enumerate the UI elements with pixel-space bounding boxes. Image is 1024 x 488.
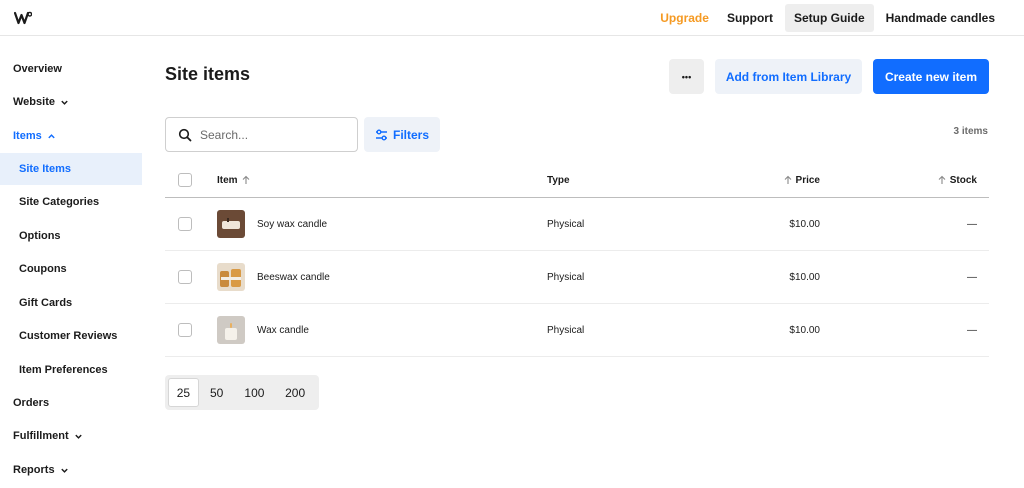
filters-label: Filters bbox=[392, 127, 429, 142]
page-title: Site items bbox=[165, 64, 251, 84]
sidebar-item-fulfillment[interactable]: Fulfillment bbox=[0, 420, 142, 452]
item-name[interactable]: Beeswax candle bbox=[257, 272, 330, 283]
sidebar-item-site-items[interactable]: Site Items bbox=[0, 153, 142, 185]
item-stock: — bbox=[967, 218, 977, 230]
sidebar-item-customer-reviews[interactable]: Customer Reviews bbox=[0, 320, 142, 352]
column-header-price[interactable]: Price bbox=[780, 163, 820, 197]
chevron-down-icon bbox=[60, 98, 69, 107]
sidebar-item-overview[interactable]: Overview bbox=[0, 53, 142, 85]
item-thumbnail bbox=[217, 263, 245, 291]
column-header-stock[interactable]: Stock bbox=[934, 163, 977, 197]
search-box bbox=[165, 117, 358, 152]
more-icon: ••• bbox=[681, 71, 692, 82]
search-icon bbox=[178, 128, 192, 142]
item-price: $10.00 bbox=[789, 271, 820, 283]
item-stock: — bbox=[967, 271, 977, 283]
column-header-type[interactable]: Type bbox=[547, 163, 570, 197]
table-header: Item Type Price Stock bbox=[165, 163, 989, 198]
sidebar-item-site-categories[interactable]: Site Categories bbox=[0, 186, 142, 218]
row-checkbox[interactable] bbox=[178, 270, 192, 284]
more-actions-button[interactable]: ••• bbox=[669, 59, 704, 94]
item-type: Physical bbox=[547, 271, 585, 283]
row-checkbox[interactable] bbox=[178, 217, 192, 231]
filter-sliders-icon bbox=[375, 129, 393, 141]
row-checkbox[interactable] bbox=[178, 323, 192, 337]
filters-button[interactable]: Filters bbox=[364, 117, 440, 152]
items-table: Item Type Price Stock Soy wax candle Phy… bbox=[165, 163, 989, 357]
create-new-item-button[interactable]: Create new item bbox=[873, 59, 989, 94]
item-name[interactable]: Soy wax candle bbox=[257, 219, 327, 230]
sidebar-item-website[interactable]: Website bbox=[0, 86, 142, 118]
sidebar: Overview Website Items Site Items Site C… bbox=[0, 36, 142, 488]
item-name[interactable]: Wax candle bbox=[257, 325, 309, 336]
select-all-checkbox[interactable] bbox=[178, 173, 192, 187]
item-price: $10.00 bbox=[789, 324, 820, 336]
top-bar: Upgrade Support Setup Guide Handmade can… bbox=[0, 0, 1024, 36]
page-size-200[interactable]: 200 bbox=[274, 378, 316, 407]
sidebar-item-gift-cards[interactable]: Gift Cards bbox=[0, 287, 142, 319]
page-size-25[interactable]: 25 bbox=[168, 378, 199, 407]
table-row[interactable]: Wax candle Physical $10.00 — bbox=[165, 304, 989, 357]
add-from-item-library-button[interactable]: Add from Item Library bbox=[715, 59, 862, 94]
sidebar-item-coupons[interactable]: Coupons bbox=[0, 253, 142, 285]
item-price: $10.00 bbox=[789, 218, 820, 230]
item-count: 3 items bbox=[953, 126, 988, 137]
page-size-50[interactable]: 50 bbox=[199, 378, 235, 407]
chevron-down-icon bbox=[60, 466, 69, 475]
sort-arrow-up-icon bbox=[242, 175, 250, 185]
chevron-down-icon bbox=[74, 432, 83, 441]
item-thumbnail bbox=[217, 210, 245, 238]
logo-icon[interactable] bbox=[12, 7, 34, 29]
search-input[interactable] bbox=[198, 126, 348, 143]
setup-guide-button[interactable]: Setup Guide bbox=[784, 4, 874, 32]
upgrade-link[interactable]: Upgrade bbox=[651, 4, 718, 32]
sidebar-item-options[interactable]: Options bbox=[0, 220, 142, 252]
sidebar-item-reports[interactable]: Reports bbox=[0, 454, 142, 486]
table-row[interactable]: Soy wax candle Physical $10.00 — bbox=[165, 198, 989, 251]
column-header-item[interactable]: Item bbox=[217, 163, 254, 197]
item-type: Physical bbox=[547, 218, 585, 230]
sidebar-item-items[interactable]: Items bbox=[0, 120, 142, 152]
chevron-up-icon bbox=[47, 132, 56, 141]
sort-arrow-up-icon bbox=[938, 175, 946, 185]
page-size-selector: 25 50 100 200 bbox=[165, 375, 319, 410]
sidebar-item-item-preferences[interactable]: Item Preferences bbox=[0, 354, 142, 386]
sidebar-item-orders[interactable]: Orders bbox=[0, 387, 142, 419]
item-stock: — bbox=[967, 324, 977, 336]
item-thumbnail bbox=[217, 316, 245, 344]
item-type: Physical bbox=[547, 324, 585, 336]
support-link[interactable]: Support bbox=[718, 4, 782, 32]
sort-arrow-up-icon bbox=[784, 175, 792, 185]
table-row[interactable]: Beeswax candle Physical $10.00 — bbox=[165, 251, 989, 304]
site-name-menu[interactable]: Handmade candles bbox=[877, 4, 1004, 32]
page-size-100[interactable]: 100 bbox=[235, 378, 275, 407]
